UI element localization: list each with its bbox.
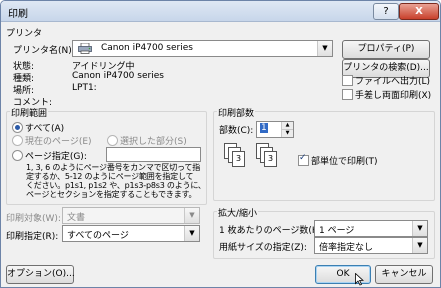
copies-count-value: 1 <box>260 123 268 133</box>
chevron-down-icon: ▼ <box>184 208 199 223</box>
copies-count-label: 部数(C): <box>219 126 254 136</box>
range-selection-label: 選択した部分(S) <box>120 137 187 147</box>
printer-name-select[interactable]: Canon iP4700 series ▼ <box>72 40 333 57</box>
range-pages-radio[interactable] <box>12 150 23 161</box>
pages-per-sheet-value: 1 ページ <box>319 226 355 236</box>
zoom-title: 拡大/縮小 <box>217 206 259 219</box>
properties-button[interactable]: プロパティ(P) <box>342 40 430 59</box>
range-current-page-label: 現在のページ(E) <box>25 137 92 147</box>
spin-up-icon[interactable]: ▲ <box>281 122 293 129</box>
print-to-file-checkbox[interactable] <box>342 75 353 86</box>
range-current-page-radio[interactable] <box>12 135 23 146</box>
pages-per-sheet-label: 1 枚あたりのページ数(H): <box>219 226 326 236</box>
printer-icon <box>78 43 92 54</box>
mouse-cursor-icon <box>355 273 364 286</box>
copies-count-stepper[interactable]: 1 ▲ ▼ <box>256 121 294 138</box>
chevron-down-icon: ▼ <box>412 221 427 236</box>
print-to-file-label: ファイルへ出力(L) <box>355 77 431 87</box>
print-select[interactable]: すべてのページ ▼ <box>62 225 200 242</box>
print-what-select[interactable]: 文書 ▼ <box>62 207 200 224</box>
scale-to-paper-label: 用紙サイズの指定(Z): <box>219 243 307 253</box>
printer-name-label: プリンタ名(N): <box>13 46 75 56</box>
manual-duplex-checkbox[interactable] <box>342 89 353 100</box>
options-button[interactable]: オプション(O)... <box>6 265 75 284</box>
cancel-button[interactable]: キャンセル <box>375 265 433 284</box>
printer-section-label: プリンタ <box>6 29 43 39</box>
print-dialog: 印刷 ? X プリンタ プリンタ名(N): Canon iP4700 serie… <box>0 0 441 288</box>
spin-down-icon[interactable]: ▼ <box>281 129 293 137</box>
range-help-line-4: ページとセクションを指定することもできます。 <box>26 190 197 199</box>
scale-to-paper-select[interactable]: 倍率指定なし ▼ <box>314 237 428 254</box>
type-value: Canon iP4700 series <box>72 71 164 81</box>
copies-title: 印刷部数 <box>217 106 256 119</box>
range-selection-radio[interactable] <box>107 135 118 146</box>
print-label: 印刷指定(R): <box>6 232 59 242</box>
chevron-down-icon: ▼ <box>412 238 427 253</box>
chevron-down-icon: ▼ <box>184 226 199 241</box>
title-bar: 印刷 ? X <box>1 1 440 22</box>
range-pages-label: ページ指定(G): <box>25 152 87 162</box>
range-all-radio[interactable] <box>12 122 23 133</box>
printer-name-value: Canon iP4700 series <box>101 43 193 53</box>
range-all-label: すべて(A) <box>25 124 65 134</box>
collate-checkbox[interactable] <box>298 153 309 166</box>
scale-to-paper-value: 倍率指定なし <box>319 243 374 253</box>
where-value: LPT1: <box>72 83 97 93</box>
window-title: 印刷 <box>8 9 28 20</box>
print-what-value: 文書 <box>67 213 86 223</box>
manual-duplex-label: 手差し両面印刷(X) <box>355 91 432 101</box>
page-range-input[interactable] <box>106 147 201 162</box>
page-range-title: 印刷範囲 <box>10 106 49 119</box>
print-what-label: 印刷対象(W): <box>6 214 61 224</box>
chevron-down-icon: ▼ <box>317 41 332 56</box>
print-value: すべてのページ <box>67 231 129 241</box>
close-button[interactable]: X <box>399 3 439 20</box>
pages-per-sheet-select[interactable]: 1 ページ ▼ <box>314 220 428 237</box>
help-button[interactable]: ? <box>373 3 399 20</box>
collate-label: 部単位で印刷(T) <box>311 157 378 167</box>
